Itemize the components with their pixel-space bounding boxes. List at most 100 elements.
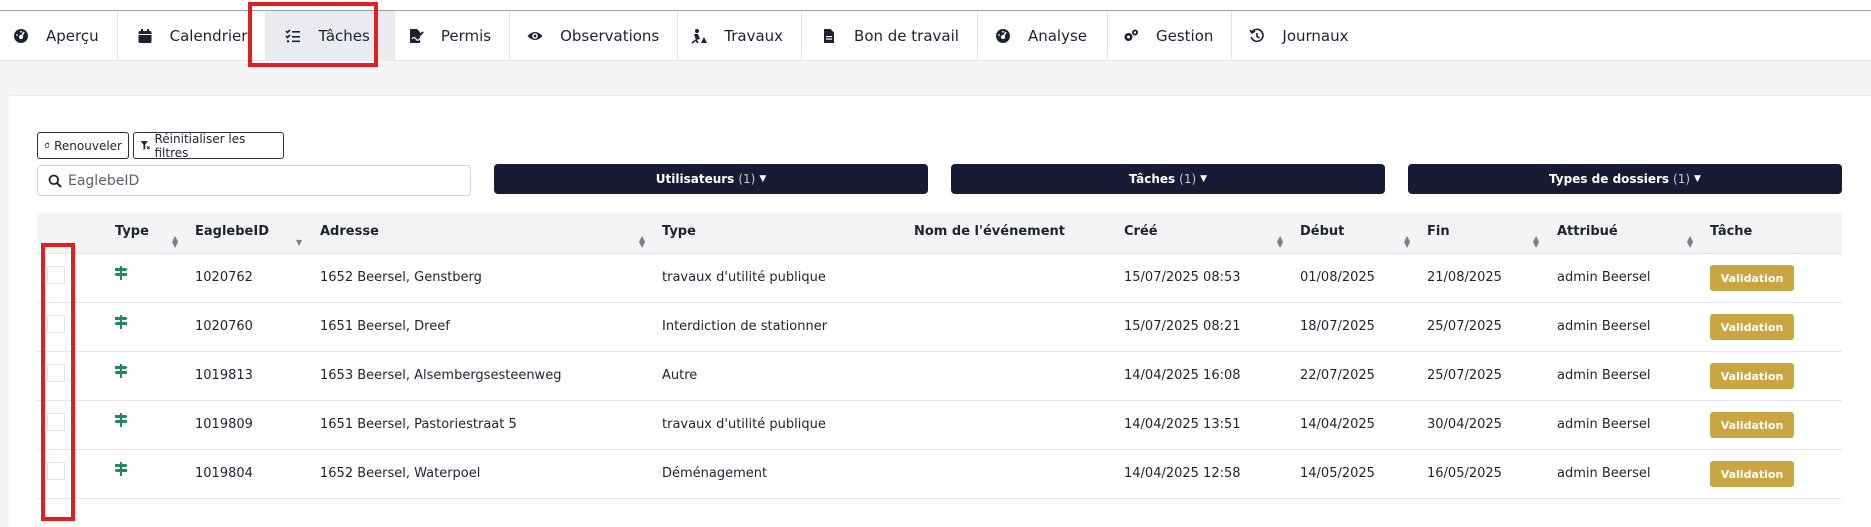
search-icon [48, 174, 62, 188]
tab-permis[interactable]: Permis [395, 11, 511, 61]
task-list-icon [284, 27, 302, 45]
search-field[interactable] [37, 165, 471, 196]
renew-label: Renouveler [54, 138, 122, 153]
sort-desc-icon[interactable]: ▼ [296, 239, 302, 247]
users-filter-dropdown[interactable]: Utilisateurs (1) ▼ [494, 164, 928, 194]
cell-start: 18/07/2025 [1300, 319, 1375, 334]
main-navigation: Aperçu Calendrier Tâches Permis Observat… [0, 11, 1871, 61]
col-end-header[interactable]: Fin [1427, 224, 1450, 239]
task-badge[interactable]: Validation [1710, 363, 1794, 389]
col-assigned-header[interactable]: Attribué [1557, 224, 1618, 239]
tab-label: Travaux [724, 27, 784, 45]
cell-end: 25/07/2025 [1427, 368, 1502, 383]
file-icon [820, 27, 838, 45]
cell-start: 01/08/2025 [1300, 270, 1375, 285]
table-row[interactable]: 1019813 1653 Beersel, Alsembergsesteenwe… [37, 352, 1842, 401]
col-address-header[interactable]: Adresse [320, 224, 379, 239]
table-header: Type ▲ ▼ EaglebeID ▼ Adresse ▲ ▼ Type Nom … [37, 213, 1842, 254]
task-badge[interactable]: Validation [1710, 412, 1794, 438]
tab-taches[interactable]: Tâches [266, 11, 395, 61]
row-checkbox[interactable] [47, 364, 65, 382]
cell-type: Déménagement [662, 466, 768, 481]
gears-icon [1122, 27, 1140, 45]
tab-label: Tâches [318, 27, 370, 45]
reset-filters-button[interactable]: Réinitialiser les filtres [133, 131, 284, 160]
cell-type: Autre [662, 368, 698, 383]
row-checkbox[interactable] [47, 462, 65, 480]
table-row[interactable]: 1020760 1651 Beersel, Dreef Interdiction… [37, 303, 1842, 352]
sort-icon[interactable]: ▲ ▼ [1687, 235, 1693, 249]
history-icon [1248, 27, 1266, 45]
dossier-types-filter-dropdown[interactable]: Types de dossiers (1) ▼ [1408, 164, 1842, 194]
tab-travaux[interactable]: Travaux [678, 11, 803, 61]
cell-assigned: admin Beersel [1557, 417, 1651, 432]
table-row[interactable]: 1019804 1652 Beersel, Waterpoel Déménage… [37, 450, 1842, 499]
cell-address: 1651 Beersel, Dreef [320, 319, 450, 334]
row-checkbox[interactable] [47, 413, 65, 431]
sort-icon[interactable]: ▲ ▼ [1277, 235, 1283, 249]
roadwork-worker-icon [690, 27, 708, 45]
task-badge[interactable]: Validation [1710, 265, 1794, 291]
col-dossier-type-header[interactable]: Type [662, 224, 696, 239]
row-checkbox[interactable] [47, 266, 65, 284]
dossier-types-filter-label: Types de dossiers [1549, 172, 1670, 186]
col-type-header[interactable]: Type [115, 224, 149, 239]
col-created-header[interactable]: Créé [1124, 224, 1158, 239]
table-row[interactable]: 1019809 1651 Beersel, Pastoriestraat 5 t… [37, 401, 1842, 450]
cell-assigned: admin Beersel [1557, 270, 1651, 285]
cell-end: 25/07/2025 [1427, 319, 1502, 334]
tasks-filter-label: Tâches [1128, 172, 1176, 186]
tab-label: Observations [560, 27, 660, 45]
caret-down-icon: ▼ [1694, 174, 1701, 184]
reset-filters-label: Réinitialiser les filtres [154, 131, 246, 160]
cell-address: 1653 Beersel, Alsembergsesteenweg [320, 368, 562, 383]
sort-icon[interactable]: ▲ ▼ [639, 235, 645, 249]
cell-created: 14/04/2025 12:58 [1124, 466, 1241, 481]
tab-label: Gestion [1156, 27, 1214, 45]
cell-type: travaux d'utilité publique [662, 417, 826, 432]
task-badge[interactable]: Validation [1710, 461, 1794, 487]
task-badge[interactable]: Validation [1710, 314, 1794, 340]
sort-icon[interactable]: ▲ ▼ [172, 235, 178, 249]
filter-reset-icon [140, 141, 150, 150]
tab-journaux[interactable]: Journaux [1232, 11, 1366, 61]
cell-id: 1019813 [195, 368, 253, 383]
tab-label: Aperçu [46, 27, 99, 45]
cell-address: 1652 Beersel, Waterpoel [320, 466, 481, 481]
table-row[interactable]: 1020762 1652 Beersel, Genstberg travaux … [37, 254, 1842, 303]
refresh-icon [44, 142, 50, 148]
col-start-header[interactable]: Début [1300, 224, 1344, 239]
gauge-icon [12, 27, 30, 45]
cell-type: travaux d'utilité publique [662, 270, 826, 285]
tasks-table: Type ▲ ▼ EaglebeID ▼ Adresse ▲ ▼ Type Nom … [37, 213, 1842, 499]
signpost-icon [114, 266, 128, 280]
signpost-icon [114, 413, 128, 427]
row-checkbox[interactable] [47, 315, 65, 333]
cell-created: 15/07/2025 08:53 [1124, 270, 1241, 285]
users-filter-count: (1) [738, 172, 756, 186]
tab-analyse[interactable]: Analyse [978, 11, 1108, 61]
cell-start: 14/05/2025 [1300, 466, 1375, 481]
calendar-icon [136, 27, 154, 45]
sort-icon[interactable]: ▲ ▼ [1404, 235, 1410, 249]
tab-observations[interactable]: Observations [510, 11, 679, 61]
tab-calendrier[interactable]: Calendrier [118, 11, 267, 61]
renew-button[interactable]: Renouveler [37, 132, 129, 159]
cell-assigned: admin Beersel [1557, 466, 1651, 481]
cell-end: 21/08/2025 [1427, 270, 1502, 285]
cell-address: 1651 Beersel, Pastoriestraat 5 [320, 417, 517, 432]
tab-gestion[interactable]: Gestion [1108, 11, 1233, 61]
signed-document-icon [407, 27, 425, 45]
tab-apercu[interactable]: Aperçu [0, 11, 118, 61]
search-input[interactable] [68, 172, 448, 189]
cell-id: 1019804 [195, 466, 253, 481]
tasks-filter-dropdown[interactable]: Tâches (1) ▼ [951, 164, 1385, 194]
col-task-header[interactable]: Tâche [1710, 224, 1752, 239]
col-eaglebeid-header[interactable]: EaglebeID [195, 224, 269, 239]
tab-label: Journaux [1282, 27, 1349, 45]
col-event-name-header[interactable]: Nom de l'événement [914, 224, 1065, 239]
tasks-filter-count: (1) [1179, 172, 1197, 186]
cell-id: 1019809 [195, 417, 253, 432]
tab-bon-de-travail[interactable]: Bon de travail [802, 11, 978, 61]
sort-icon[interactable]: ▲ ▼ [1533, 235, 1539, 249]
